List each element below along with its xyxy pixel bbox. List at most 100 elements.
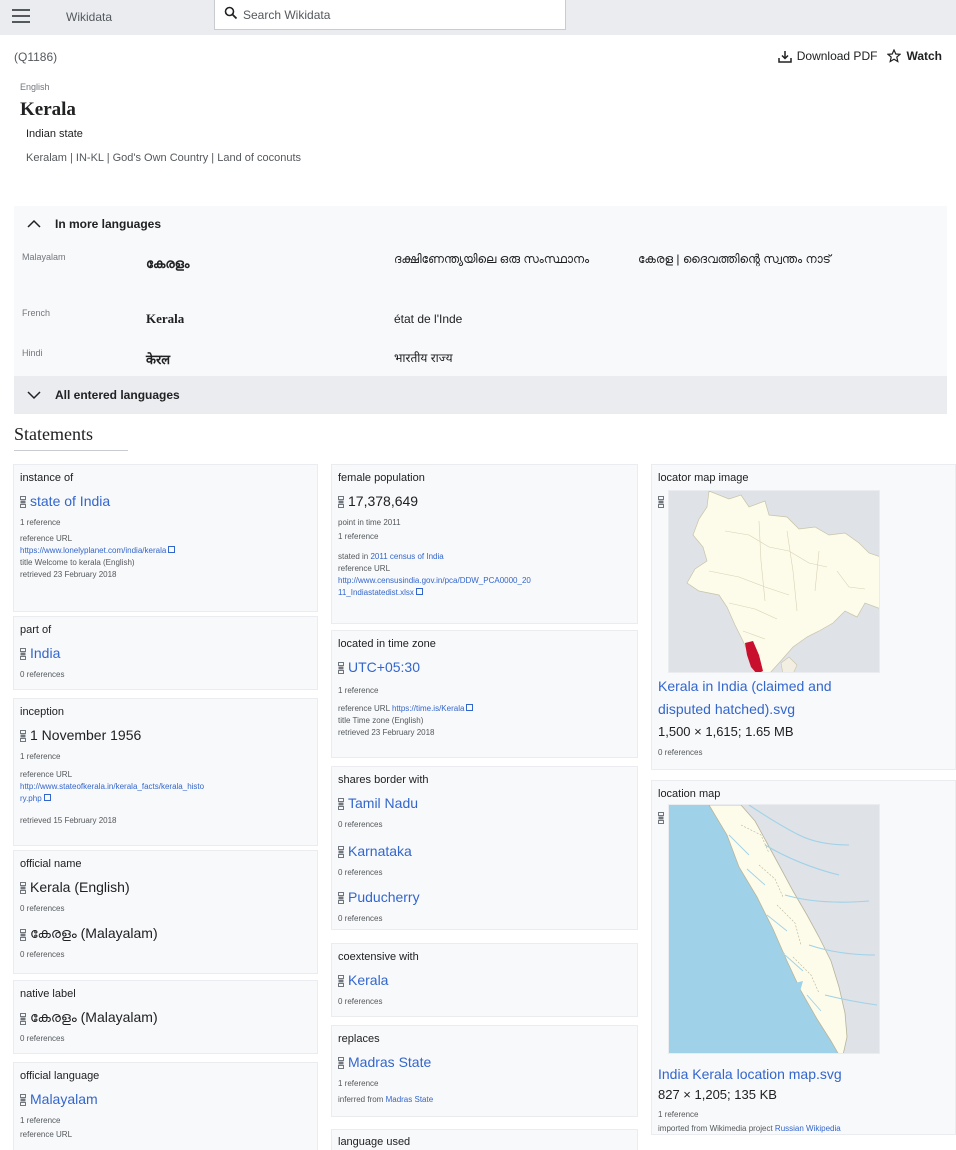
property-label[interactable]: official name xyxy=(20,858,82,870)
rank-icon[interactable] xyxy=(20,495,26,508)
more-languages-toggle[interactable]: In more languages xyxy=(14,206,947,242)
statement-value: Tamil Nadu xyxy=(338,795,418,811)
reference-url-link[interactable]: https://time.is/Kerala xyxy=(392,704,464,713)
statement-value: Karnataka xyxy=(338,843,412,859)
property-label[interactable]: coextensive with xyxy=(338,951,419,963)
rank-icon[interactable] xyxy=(338,1056,344,1069)
top-bar: Wikidata xyxy=(0,0,956,35)
rank-icon[interactable] xyxy=(338,891,344,904)
reference-count[interactable]: 0 references xyxy=(658,747,956,759)
reference-count[interactable]: 0 references xyxy=(20,949,320,961)
reference-count[interactable]: 1 reference xyxy=(338,1078,638,1090)
file-link[interactable]: Kerala in India (claimed and xyxy=(658,678,832,694)
language-row: Hindi केरल भारतीय राज्य xyxy=(14,346,947,374)
inferred-from-link[interactable]: Madras State xyxy=(386,1095,434,1104)
reference-count[interactable]: 1 reference xyxy=(20,1115,320,1127)
statement-locator-map: locator map image Kerala in India (claim… xyxy=(651,464,956,770)
property-label[interactable]: location map xyxy=(658,788,720,800)
reference-url-link[interactable]: http://www.stateofkerala.in/kerala_facts… xyxy=(20,782,204,791)
value-link[interactable]: Kerala xyxy=(348,972,388,988)
reference-count[interactable]: 1 reference xyxy=(20,751,320,763)
rank-icon[interactable] xyxy=(338,974,344,987)
search-input[interactable] xyxy=(243,6,543,24)
language-aliases: കേരള | ദൈവത്തിന്റെ സ്വന്തം നാട് xyxy=(638,252,831,266)
property-label[interactable]: female population xyxy=(338,472,425,484)
reference-count[interactable]: 0 references xyxy=(338,996,638,1008)
reference-count[interactable]: 1 reference xyxy=(20,517,320,529)
property-label[interactable]: language used xyxy=(338,1136,410,1148)
value-link[interactable]: Karnataka xyxy=(348,843,412,859)
value-link[interactable]: Malayalam xyxy=(30,1091,98,1107)
property-label[interactable]: instance of xyxy=(20,472,73,484)
reference-count[interactable]: 0 references xyxy=(20,669,320,681)
rank-icon[interactable] xyxy=(20,1012,26,1025)
value-link[interactable]: Madras State xyxy=(348,1054,431,1070)
reference-count[interactable]: 0 references xyxy=(338,913,638,925)
rank-icon[interactable] xyxy=(20,928,26,941)
watch-button[interactable]: Watch xyxy=(887,49,942,63)
property-label[interactable]: inception xyxy=(20,706,64,718)
stated-in-link[interactable]: 2011 census of India xyxy=(370,552,443,561)
file-link-cont[interactable]: disputed hatched).svg xyxy=(658,701,795,717)
rank-icon[interactable] xyxy=(20,881,26,894)
language-name: Malayalam xyxy=(22,252,66,262)
reference-count[interactable]: 0 references xyxy=(20,903,320,915)
statement-value: Kerala (English) xyxy=(20,879,130,895)
rank-icon[interactable] xyxy=(20,1093,26,1106)
location-map-thumbnail[interactable] xyxy=(668,804,880,1054)
reference-title: title Welcome to kerala (English) xyxy=(20,558,135,567)
reference-url-line1: http://www.censusindia.gov.in/pca/DDW_PC… xyxy=(338,575,638,587)
file-size: 1,500 × 1,615; 1.65 MB xyxy=(658,724,794,739)
download-pdf-button[interactable]: Download PDF xyxy=(777,49,877,63)
reference-count[interactable]: 0 references xyxy=(338,867,638,879)
rank-icon[interactable] xyxy=(658,811,664,824)
value-link[interactable]: Tamil Nadu xyxy=(348,795,418,811)
file-size: 827 × 1,205; 135 KB xyxy=(658,1087,777,1102)
rank-icon[interactable] xyxy=(338,797,344,810)
search-box[interactable] xyxy=(214,0,566,30)
rank-icon[interactable] xyxy=(338,845,344,858)
rank-icon[interactable] xyxy=(338,495,344,508)
brand-name[interactable]: Wikidata xyxy=(66,10,112,24)
property-label[interactable]: part of xyxy=(20,624,51,636)
menu-icon[interactable] xyxy=(12,9,30,25)
property-label[interactable]: replaces xyxy=(338,1033,380,1045)
external-link-icon xyxy=(466,704,474,711)
reference-count[interactable]: 1 reference xyxy=(338,531,638,543)
reference-count[interactable]: 0 references xyxy=(20,1033,320,1045)
download-icon xyxy=(777,50,792,63)
reference-count[interactable]: 1 reference xyxy=(658,1109,956,1121)
reference-url-line1: http://www.stateofkerala.in/kerala_facts… xyxy=(20,781,320,793)
statement-shares-border: shares border with Tamil Nadu 0 referenc… xyxy=(331,766,638,930)
reference-count[interactable]: 1 reference xyxy=(338,685,638,697)
value-link[interactable]: UTC+05:30 xyxy=(348,659,420,675)
reference-url-link-cont[interactable]: ry.php xyxy=(20,794,42,803)
reference-retrieved: retrieved 15 February 2018 xyxy=(20,816,117,825)
rank-icon[interactable] xyxy=(20,647,26,660)
property-label[interactable]: official language xyxy=(20,1070,99,1082)
file-link[interactable]: India Kerala location map.svg xyxy=(658,1066,842,1082)
reference-count[interactable]: 0 references xyxy=(338,819,638,831)
rank-icon[interactable] xyxy=(20,729,26,742)
rank-icon[interactable] xyxy=(338,661,344,674)
chevron-up-icon xyxy=(27,219,41,228)
property-label[interactable]: native label xyxy=(20,988,76,1000)
reference-url-link[interactable]: http://www.censusindia.gov.in/pca/DDW_PC… xyxy=(338,576,531,585)
reference-url-link[interactable]: https://www.lonelyplanet.com/india/keral… xyxy=(20,546,166,555)
statement-native-label: native label കേരളം (Malayalam) 0 referen… xyxy=(13,980,318,1054)
property-label[interactable]: locator map image xyxy=(658,472,749,484)
imported-from-link[interactable]: Russian Wikipedia xyxy=(775,1124,841,1133)
property-label[interactable]: located in time zone xyxy=(338,638,436,650)
reference-url-link-cont[interactable]: 11_Indiastatedist.xlsx xyxy=(338,588,414,597)
value-link[interactable]: Puducherry xyxy=(348,889,420,905)
value-text: കേരളം (Malayalam) xyxy=(30,925,158,941)
property-label[interactable]: shares border with xyxy=(338,774,429,786)
value-link[interactable]: state of India xyxy=(30,493,110,509)
reference-url: reference URL https://time.is/Kerala xyxy=(338,703,638,715)
value-link[interactable]: India xyxy=(30,645,60,661)
rank-icon[interactable] xyxy=(658,495,664,508)
statement-value: UTC+05:30 xyxy=(338,659,420,675)
all-entered-languages-toggle[interactable]: All entered languages xyxy=(14,376,947,414)
statement-replaces: replaces Madras State 1 reference inferr… xyxy=(331,1025,638,1117)
locator-map-thumbnail[interactable] xyxy=(668,490,880,673)
